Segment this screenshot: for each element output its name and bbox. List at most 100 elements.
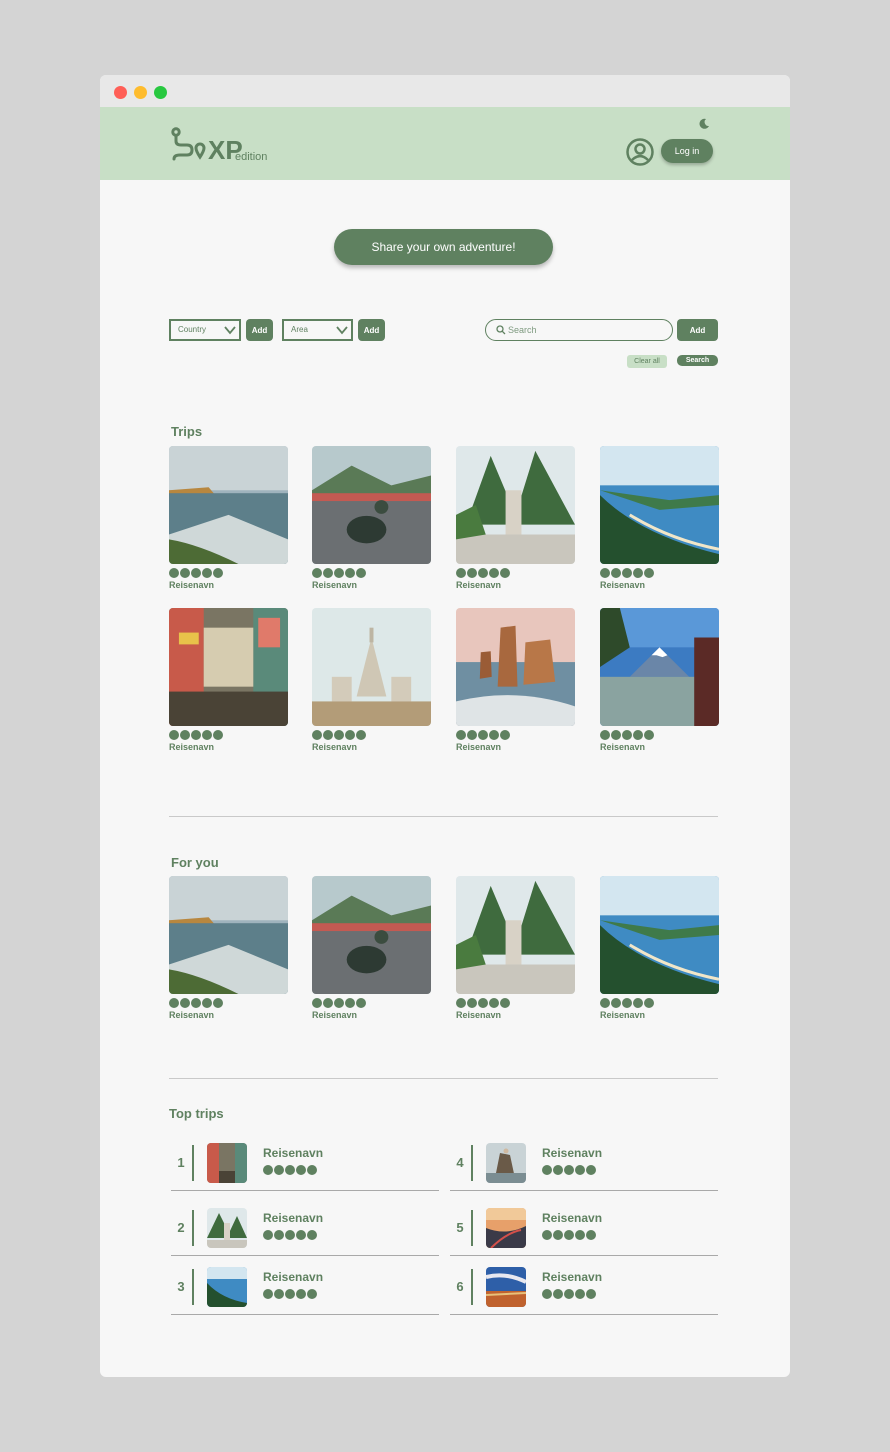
- rating-dot-icon: [263, 1165, 273, 1175]
- top-trip-rating: [542, 1289, 596, 1299]
- rating-dot-icon: [169, 730, 179, 740]
- top-trip-rank: 2: [177, 1220, 185, 1235]
- trip-card[interactable]: Reisenavn: [312, 608, 431, 752]
- top-trip-row[interactable]: 6 Reisenavn: [450, 1265, 718, 1315]
- clear-all-button[interactable]: Clear all: [627, 355, 667, 368]
- trip-image[interactable]: [456, 876, 575, 994]
- trip-name[interactable]: Reisenavn: [600, 1010, 719, 1020]
- top-trip-thumbnail[interactable]: [486, 1143, 526, 1183]
- trip-name[interactable]: Reisenavn: [312, 1010, 431, 1020]
- trip-rating: [456, 568, 575, 578]
- trip-name[interactable]: Reisenavn: [312, 580, 431, 590]
- chevron-down-icon: [336, 326, 348, 335]
- trip-name[interactable]: Reisenavn: [169, 742, 288, 752]
- trip-card[interactable]: Reisenavn: [456, 446, 575, 590]
- rating-dot-icon: [285, 1165, 295, 1175]
- top-trip-thumbnail[interactable]: [207, 1143, 247, 1183]
- trip-name[interactable]: Reisenavn: [169, 1010, 288, 1020]
- rating-dot-icon: [323, 998, 333, 1008]
- top-trip-name[interactable]: Reisenavn: [542, 1211, 602, 1225]
- minimize-window-button[interactable]: [134, 86, 147, 99]
- country-select[interactable]: Country: [169, 319, 241, 341]
- trip-name[interactable]: Reisenavn: [600, 580, 719, 590]
- trip-card[interactable]: Reisenavn: [169, 876, 288, 1020]
- rating-dot-icon: [542, 1165, 552, 1175]
- add-area-button[interactable]: Add: [358, 319, 385, 341]
- trip-card[interactable]: Reisenavn: [600, 876, 719, 1020]
- add-search-button[interactable]: Add: [677, 319, 718, 341]
- trip-name[interactable]: Reisenavn: [456, 742, 575, 752]
- rating-dot-icon: [169, 998, 179, 1008]
- trips-section-title: Trips: [171, 424, 203, 439]
- top-trip-row[interactable]: 3 Reisenavn: [171, 1265, 439, 1315]
- trip-image[interactable]: [169, 876, 288, 994]
- trip-image[interactable]: [169, 608, 288, 726]
- top-trip-rating: [263, 1165, 317, 1175]
- top-trip-rank: 1: [177, 1155, 185, 1170]
- rating-dot-icon: [285, 1230, 295, 1240]
- top-trip-name[interactable]: Reisenavn: [263, 1211, 323, 1225]
- user-profile-icon[interactable]: [625, 137, 655, 167]
- trip-name[interactable]: Reisenavn: [312, 742, 431, 752]
- trip-image[interactable]: [456, 608, 575, 726]
- share-adventure-button[interactable]: Share your own adventure!: [334, 229, 553, 265]
- trip-name[interactable]: Reisenavn: [169, 580, 288, 590]
- trip-image[interactable]: [600, 876, 719, 994]
- trip-image[interactable]: [312, 608, 431, 726]
- top-trip-row[interactable]: 4 Reisenavn: [450, 1141, 718, 1191]
- top-trip-thumbnail[interactable]: [486, 1208, 526, 1248]
- trip-image[interactable]: [456, 446, 575, 564]
- top-trip-thumbnail[interactable]: [486, 1267, 526, 1307]
- trip-name[interactable]: Reisenavn: [456, 1010, 575, 1020]
- trip-card[interactable]: Reisenavn: [312, 876, 431, 1020]
- logo-subtitle: edition: [235, 151, 267, 163]
- trip-card[interactable]: Reisenavn: [169, 608, 288, 752]
- top-trip-name[interactable]: Reisenavn: [542, 1146, 602, 1160]
- for-you-section-title: For you: [171, 855, 219, 870]
- top-trip-name[interactable]: Reisenavn: [263, 1270, 323, 1284]
- top-trip-row[interactable]: 1 Reisenavn: [171, 1141, 439, 1191]
- rating-dot-icon: [542, 1230, 552, 1240]
- login-button[interactable]: Log in: [661, 139, 713, 163]
- trip-name[interactable]: Reisenavn: [456, 580, 575, 590]
- trip-card[interactable]: Reisenavn: [312, 446, 431, 590]
- rating-dot-icon: [274, 1165, 284, 1175]
- area-select[interactable]: Area: [282, 319, 353, 341]
- trip-image[interactable]: [312, 446, 431, 564]
- search-field[interactable]: [485, 319, 673, 341]
- trip-card[interactable]: Reisenavn: [169, 446, 288, 590]
- rating-dot-icon: [356, 998, 366, 1008]
- rating-dot-icon: [611, 730, 621, 740]
- rating-dot-icon: [500, 568, 510, 578]
- trip-card[interactable]: Reisenavn: [456, 876, 575, 1020]
- rating-dot-icon: [489, 568, 499, 578]
- rating-dot-icon: [334, 730, 344, 740]
- trip-card[interactable]: Reisenavn: [456, 608, 575, 752]
- top-trip-thumbnail[interactable]: [207, 1208, 247, 1248]
- trip-image[interactable]: [312, 876, 431, 994]
- trip-name[interactable]: Reisenavn: [600, 742, 719, 752]
- rank-divider: [471, 1145, 473, 1181]
- trip-card[interactable]: Reisenavn: [600, 446, 719, 590]
- search-input[interactable]: [508, 323, 658, 337]
- maximize-window-button[interactable]: [154, 86, 167, 99]
- top-trip-row[interactable]: 2 Reisenavn: [171, 1206, 439, 1256]
- rating-dot-icon: [334, 998, 344, 1008]
- rating-dot-icon: [564, 1165, 574, 1175]
- trip-image[interactable]: [169, 446, 288, 564]
- top-trip-row[interactable]: 5 Reisenavn: [450, 1206, 718, 1256]
- top-trip-name[interactable]: Reisenavn: [263, 1146, 323, 1160]
- trip-card[interactable]: Reisenavn: [600, 608, 719, 752]
- top-trip-thumbnail[interactable]: [207, 1267, 247, 1307]
- trip-image[interactable]: [600, 446, 719, 564]
- xpedition-logo[interactable]: XP edition: [170, 127, 270, 167]
- trip-image[interactable]: [600, 608, 719, 726]
- top-trip-rank: 4: [456, 1155, 464, 1170]
- top-trip-name[interactable]: Reisenavn: [542, 1270, 602, 1284]
- dark-mode-moon-icon[interactable]: [698, 117, 710, 129]
- search-button[interactable]: Search: [677, 355, 718, 366]
- add-country-button[interactable]: Add: [246, 319, 273, 341]
- close-window-button[interactable]: [114, 86, 127, 99]
- row-divider: [171, 1314, 439, 1315]
- trip-rating: [456, 998, 575, 1008]
